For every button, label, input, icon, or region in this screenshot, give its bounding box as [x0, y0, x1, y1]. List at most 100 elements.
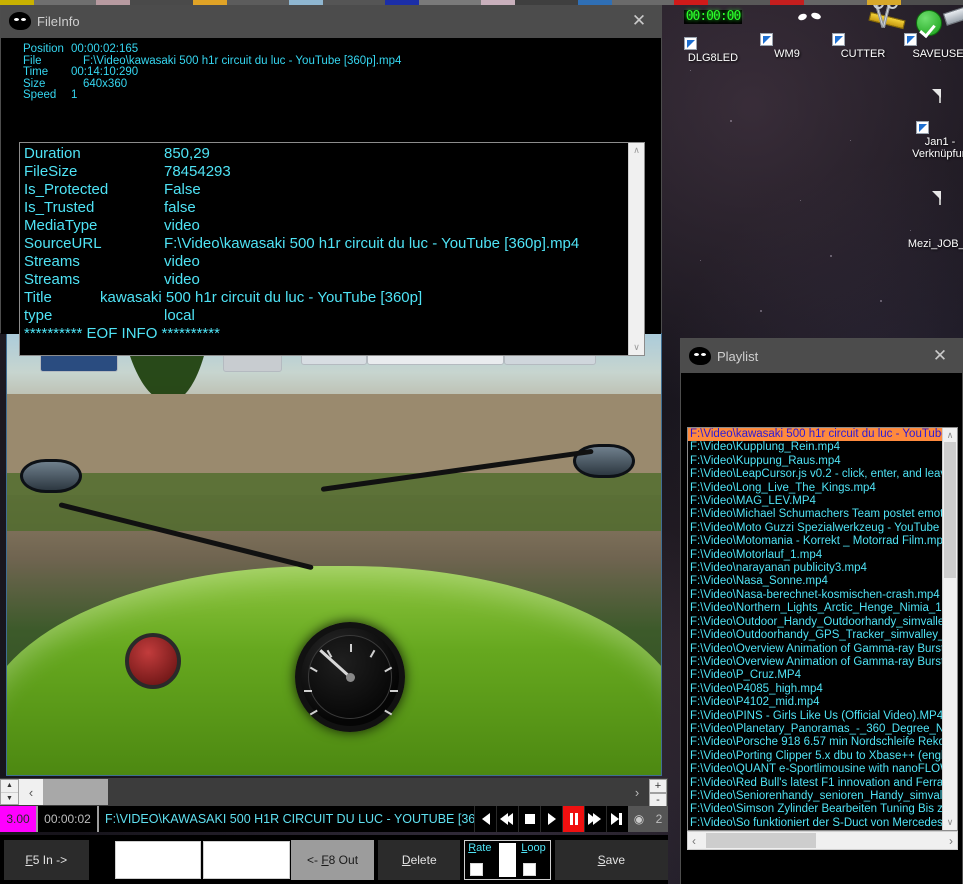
- fileinfo-detail-row[interactable]: FileSize78454293: [24, 163, 628, 181]
- rate-display[interactable]: 3.00: [0, 806, 36, 832]
- playlist-item[interactable]: F:\Video\Red Bull's latest F1 innovation…: [688, 777, 942, 790]
- playlist-item[interactable]: F:\Video\Outdoorhandy_GPS_Tracker_simval…: [688, 629, 942, 642]
- fileinfo-meta-row: Position00:00:02:165: [23, 44, 661, 56]
- desktop-icon-jan1[interactable]: Jan1 - Verknüpfun: [898, 90, 963, 160]
- desktop-icon-cutter[interactable]: CUTTER: [826, 2, 900, 60]
- strip-segment: [708, 0, 770, 5]
- playlist-item[interactable]: F:\Video\Motorlauf_1.mp4: [688, 549, 942, 562]
- playlist-item[interactable]: F:\Video\P_Cruz.MP4: [688, 669, 942, 682]
- playlist-item[interactable]: F:\Video\narayanan publicity3.mp4: [688, 562, 942, 575]
- step-back-button[interactable]: [474, 806, 496, 832]
- playlist-item[interactable]: F:\Video\Overview Animation of Gamma-ray…: [688, 656, 942, 669]
- fast-forward-button[interactable]: [584, 806, 606, 832]
- fileinfo-detail-row[interactable]: Streamsvideo: [24, 253, 628, 271]
- fileinfo-detail-key: Is_Protected: [24, 181, 164, 199]
- strip-segment: [419, 0, 481, 5]
- seek-scroll-left-button[interactable]: ‹: [19, 779, 43, 805]
- playlist-item[interactable]: F:\Video\Northern_Lights_Arctic_Henge_Ni…: [688, 602, 942, 615]
- playlist-item[interactable]: F:\Video\Kuppung_Raus.mp4: [688, 455, 942, 468]
- seek-stepper[interactable]: ▲ ▼: [0, 779, 19, 805]
- playlist-item[interactable]: F:\Video\PINS - Girls Like Us (Official …: [688, 710, 942, 723]
- scroll-down-icon[interactable]: ∨: [633, 342, 640, 353]
- desktop-icon-mezi-job[interactable]: Mezi_JOB_P: [898, 192, 963, 250]
- fileinfo-detail-key: FileSize: [24, 163, 164, 181]
- fileinfo-vertical-scrollbar[interactable]: ∧ ∨: [628, 143, 644, 355]
- f5-in-button[interactable]: F5 In ->: [4, 840, 89, 880]
- playlist-item[interactable]: F:\Video\LeapCursor.js v0.2 - click, ent…: [688, 468, 942, 481]
- scroll-up-icon[interactable]: ∧: [633, 145, 640, 156]
- playlist-item-selected[interactable]: F:\Video\kawasaki 500 h1r circuit du luc…: [688, 428, 942, 441]
- hscroll-right-icon[interactable]: ›: [949, 834, 953, 848]
- scroll-down-icon[interactable]: ∨: [947, 817, 954, 828]
- playlist-item[interactable]: F:\Video\Overview Animation of Gamma-ray…: [688, 643, 942, 656]
- playlist-vertical-scrollbar[interactable]: ∧ ∨: [942, 428, 957, 830]
- playlist-listbox[interactable]: F:\Video\kawasaki 500 h1r circuit du luc…: [687, 427, 958, 831]
- desktop-icon-saveuser[interactable]: SAVEUSER: [902, 2, 963, 60]
- desktop-icon-dlg8led[interactable]: 00:00:00 DLG8LED: [676, 6, 750, 64]
- playlist-item[interactable]: F:\Video\Moto Guzzi Spezialwerkzeug - Yo…: [688, 522, 942, 535]
- playlist-item[interactable]: F:\Video\Michael Schumachers Team postet…: [688, 508, 942, 521]
- playlist-scroll-thumb[interactable]: [944, 442, 956, 578]
- fileinfo-detail-row[interactable]: SourceURLF:\Video\kawasaki 500 h1r circu…: [24, 235, 628, 253]
- fileinfo-detail-value: 78454293: [164, 163, 231, 181]
- out-point-field[interactable]: [203, 841, 290, 879]
- delete-button[interactable]: Delete: [378, 840, 460, 880]
- rate-input[interactable]: [499, 843, 516, 877]
- playlist-item[interactable]: F:\Video\Nasa-berechnet-kosmischen-crash…: [688, 589, 942, 602]
- playlist-item[interactable]: F:\Video\Nasa_Sonne.mp4: [688, 575, 942, 588]
- fileinfo-detail-row[interactable]: MediaTypevideo: [24, 217, 628, 235]
- playlist-item[interactable]: F:\Video\P4102_mid.mp4: [688, 696, 942, 709]
- zoom-out-button[interactable]: -: [649, 793, 667, 807]
- triangle-left-icon: [482, 813, 490, 825]
- close-icon[interactable]: ✕: [918, 339, 962, 373]
- fileinfo-detail-row[interactable]: Titlekawasaki 500 h1r circuit du luc - Y…: [24, 289, 628, 307]
- playlist-item[interactable]: F:\Video\P4085_high.mp4: [688, 683, 942, 696]
- playlist-item[interactable]: F:\Video\Simson Zylinder Bearbeiten Tuni…: [688, 803, 942, 816]
- fileinfo-details-panel: Duration850,29FileSize78454293Is_Protect…: [19, 142, 645, 356]
- next-button[interactable]: [606, 806, 628, 832]
- fileinfo-detail-value: False: [164, 181, 201, 199]
- stop-button[interactable]: [518, 806, 540, 832]
- fileinfo-detail-row[interactable]: Streamsvideo: [24, 271, 628, 289]
- playlist-item[interactable]: F:\Video\Motomania - Korrekt _ Motorrad …: [688, 535, 942, 548]
- playlist-item[interactable]: F:\Video\Porting Clipper 5.x dbu to Xbas…: [688, 750, 942, 763]
- stepper-down-icon[interactable]: ▼: [1, 793, 18, 805]
- stepper-up-icon[interactable]: ▲: [1, 780, 18, 793]
- playlist-horizontal-scrollbar[interactable]: ‹ ›: [687, 831, 958, 850]
- rate-checkbox[interactable]: [470, 863, 483, 876]
- save-button[interactable]: Save: [555, 840, 668, 880]
- strip-segment: [385, 0, 419, 5]
- hscroll-left-icon[interactable]: ‹: [692, 834, 696, 848]
- playlist-item[interactable]: F:\Video\Kupplung_Rein.mp4: [688, 441, 942, 454]
- playlist-item[interactable]: F:\Video\QUANT e-Sportlimousine with nan…: [688, 763, 942, 776]
- playlist-item[interactable]: F:\Video\Seniorenhandy_senioren_Handy_si…: [688, 790, 942, 803]
- fileinfo-detail-row[interactable]: Is_Trustedfalse: [24, 199, 628, 217]
- playlist-item[interactable]: F:\Video\MAG_LEV.MP4: [688, 495, 942, 508]
- fileinfo-detail-row[interactable]: typelocal: [24, 307, 628, 325]
- seek-thumb[interactable]: [43, 779, 108, 805]
- seek-scroll-right-button[interactable]: ›: [625, 779, 649, 805]
- f8-out-button[interactable]: <- F8 Out: [291, 840, 375, 880]
- playlist-item[interactable]: F:\Video\Planetary_Panoramas_-_360_Degre…: [688, 723, 942, 736]
- playlist-item[interactable]: F:\Video\Porsche 918 6.57 min Nordschlei…: [688, 736, 942, 749]
- globe-icon[interactable]: ◉: [628, 806, 650, 832]
- playlist-item[interactable]: F:\Video\So funktioniert der S-Duct von …: [688, 817, 942, 830]
- playlist-titlebar[interactable]: Playlist ✕: [681, 339, 962, 373]
- fileinfo-detail-row[interactable]: Is_ProtectedFalse: [24, 181, 628, 199]
- playlist-item[interactable]: F:\Video\Outdoor_Handy_Outdoorhandy_simv…: [688, 616, 942, 629]
- desktop-icon-wm9[interactable]: WM9: [750, 2, 824, 60]
- zoom-in-button[interactable]: +: [649, 779, 667, 793]
- seek-slider[interactable]: [43, 779, 625, 805]
- scroll-up-icon[interactable]: ∧: [947, 430, 954, 441]
- fileinfo-detail-row[interactable]: Duration850,29: [24, 145, 628, 163]
- fileinfo-detail-row[interactable]: ********** EOF INFO **********: [24, 325, 628, 343]
- pause-button[interactable]: [562, 806, 584, 832]
- close-icon[interactable]: ✕: [617, 4, 661, 38]
- fileinfo-titlebar[interactable]: FileInfo ✕: [1, 4, 661, 38]
- play-button[interactable]: [540, 806, 562, 832]
- in-point-field[interactable]: [115, 841, 202, 879]
- playlist-item[interactable]: F:\Video\Long_Live_The_Kings.mp4: [688, 482, 942, 495]
- loop-checkbox[interactable]: [523, 863, 536, 876]
- hscroll-thumb[interactable]: [706, 833, 816, 848]
- rewind-button[interactable]: [496, 806, 518, 832]
